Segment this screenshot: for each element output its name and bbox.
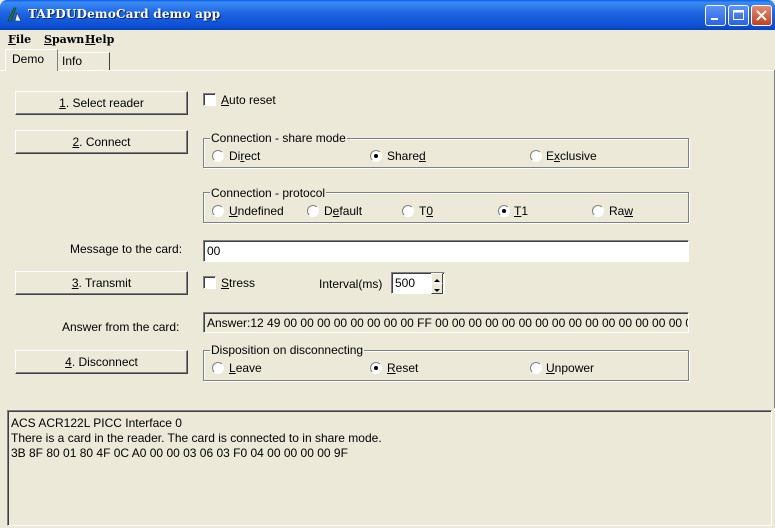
share-mode-shared-label: Shared <box>387 149 426 163</box>
interval-label: Interval(ms) <box>319 277 383 291</box>
close-button[interactable] <box>751 5 772 26</box>
protocol-undefined-radio[interactable] <box>212 205 224 217</box>
protocol-raw-radio[interactable] <box>592 205 604 217</box>
maximize-icon <box>733 10 744 20</box>
share-mode-shared-radio[interactable] <box>370 150 382 162</box>
close-icon <box>756 10 767 21</box>
message-input[interactable]: 00 <box>203 240 689 262</box>
share-mode-exclusive-radio[interactable] <box>530 150 542 162</box>
protocol-t1-radio[interactable] <box>498 205 510 217</box>
disposition-leave-radio[interactable] <box>212 362 224 374</box>
minimize-icon <box>711 18 718 20</box>
arrow-down-icon <box>434 289 440 292</box>
app-logo-icon <box>6 6 23 23</box>
title-bar[interactable]: TAPDUDemoCard demo app <box>0 0 775 30</box>
log-line: ACS ACR122L PICC Interface 0 <box>11 416 182 430</box>
menu-bar: File Spawn Help <box>0 30 775 48</box>
disposition-unpower-radio[interactable] <box>530 362 542 374</box>
tab-demo[interactable]: Demo <box>5 49 58 71</box>
share-mode-title: Connection - share mode <box>210 131 347 145</box>
interval-down-button[interactable] <box>431 283 443 294</box>
protocol-default-label: Default <box>324 204 363 218</box>
disconnect-button[interactable]: 4. Disconnect <box>15 350 188 374</box>
stress-label: Stress <box>221 276 256 290</box>
protocol-raw-label: Raw <box>609 204 634 218</box>
window-title: TAPDUDemoCard demo app <box>28 7 221 21</box>
protocol-title: Connection - protocol <box>210 186 327 200</box>
maximize-button[interactable] <box>728 5 749 26</box>
log-line: 3B 8F 80 01 80 4F 0C A0 00 00 03 06 03 F… <box>11 446 348 460</box>
disposition-title: Disposition on disconnecting <box>210 343 365 357</box>
app-window: TAPDUDemoCard demo app File Spawn Help D… <box>0 0 775 528</box>
menu-file[interactable]: File <box>8 33 31 46</box>
log-line: There is a card in the reader. The card … <box>11 431 382 445</box>
answer-output: Answer:12 49 00 00 00 00 00 00 00 00 FF … <box>203 312 689 333</box>
select-reader-button[interactable]: 1. Select reader <box>15 91 188 115</box>
stress-checkbox[interactable] <box>203 276 216 289</box>
protocol-t0-radio[interactable] <box>402 205 414 217</box>
connect-button[interactable]: 2. Connect <box>15 130 188 154</box>
tab-info[interactable]: Info <box>58 52 110 70</box>
share-mode-exclusive-label: Exclusive <box>546 149 597 163</box>
disposition-unpower-label: Unpower <box>546 361 595 375</box>
disposition-reset-label: Reset <box>387 361 419 375</box>
auto-reset-label: Auto reset <box>221 93 276 107</box>
transmit-button[interactable]: 3. Transmit <box>15 271 188 295</box>
share-mode-direct-radio[interactable] <box>212 150 224 162</box>
disposition-reset-radio[interactable] <box>370 362 382 374</box>
auto-reset-checkbox[interactable] <box>203 93 216 106</box>
minimize-button[interactable] <box>705 5 726 26</box>
menu-spawn[interactable]: Spawn <box>44 33 84 46</box>
share-mode-direct-label: Direct <box>229 149 261 163</box>
menu-help[interactable]: Help <box>85 33 114 46</box>
message-label: Message to the card: <box>70 242 183 256</box>
protocol-undefined-label: Undefined <box>229 204 284 218</box>
protocol-t1-label: T1 <box>514 204 529 218</box>
protocol-default-radio[interactable] <box>307 205 319 217</box>
answer-label: Answer from the card: <box>62 320 180 334</box>
protocol-t0-label: T0 <box>419 204 434 218</box>
log-output[interactable]: ACS ACR122L PICC Interface 0 There is a … <box>7 410 772 526</box>
disposition-leave-label: Leave <box>229 361 262 375</box>
